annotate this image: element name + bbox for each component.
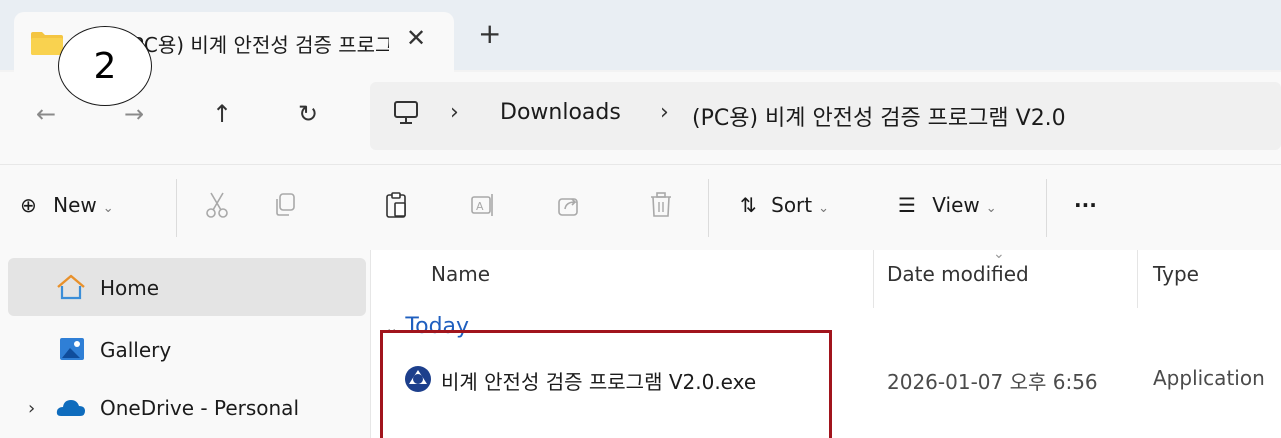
- chevron-down-icon: ⌄: [102, 201, 114, 216]
- column-header-date-modified[interactable]: Date modified: [887, 262, 1029, 286]
- cut-icon[interactable]: [204, 191, 230, 219]
- file-type: Application: [1153, 366, 1265, 390]
- refresh-button[interactable]: ↻: [298, 100, 318, 128]
- sort-label: Sort: [771, 193, 813, 217]
- new-label: New: [53, 193, 97, 217]
- column-divider: [1137, 250, 1138, 308]
- this-pc-icon: [394, 101, 418, 124]
- gallery-icon: [60, 338, 84, 360]
- tab-bar: (PC용) 비계 안전성 검증 프로그 ✕ +: [0, 0, 1281, 72]
- rename-icon[interactable]: A: [470, 191, 496, 219]
- copy-icon[interactable]: [272, 191, 298, 219]
- breadcrumb-downloads[interactable]: Downloads: [500, 100, 621, 125]
- new-tab-button[interactable]: +: [478, 20, 501, 48]
- step-marker: 2: [58, 26, 152, 106]
- back-button[interactable]: ←: [36, 100, 56, 128]
- column-header-name[interactable]: Name: [431, 262, 490, 286]
- up-button[interactable]: ↑: [212, 100, 232, 128]
- column-header-type[interactable]: Type: [1153, 262, 1199, 286]
- breadcrumb-current-folder[interactable]: (PC용) 비계 안전성 검증 프로그램 V2.0: [692, 100, 1066, 132]
- address-bar[interactable]: › Downloads › (PC용) 비계 안전성 검증 프로그램 V2.0: [370, 82, 1281, 150]
- navigation-pane: Home Gallery › OneDrive - Personal: [0, 250, 370, 438]
- svg-text:A: A: [476, 200, 484, 213]
- new-button[interactable]: ⊕ New ⌄: [20, 193, 114, 217]
- sidebar-item-gallery[interactable]: Gallery: [8, 320, 366, 378]
- paste-icon[interactable]: [384, 191, 410, 219]
- navigation-bar: ← → ↑ ↻ › Downloads › (PC용) 비계 안전성 검증 프로…: [0, 72, 1281, 164]
- sidebar-item-label: Home: [100, 276, 160, 300]
- sidebar-item-home[interactable]: Home: [8, 258, 366, 316]
- forward-button[interactable]: →: [124, 100, 144, 128]
- tab-title: (PC용) 비계 안전성 검증 프로그: [124, 33, 389, 57]
- breadcrumb-separator: ›: [660, 100, 669, 125]
- column-divider: [873, 250, 874, 308]
- tab-close-button[interactable]: ✕: [406, 24, 426, 52]
- command-bar: ⊕ New ⌄ A ⇅ Sort ⌄ ☰ View ⌄ ···: [0, 164, 1281, 250]
- plus-circle-icon: ⊕: [20, 193, 37, 217]
- highlight-box: [380, 330, 832, 438]
- onedrive-cloud-icon: [56, 400, 85, 416]
- sidebar-item-label: OneDrive - Personal: [100, 396, 299, 420]
- sort-icon: ⇅: [740, 193, 757, 217]
- chevron-down-icon: ⌄: [985, 201, 997, 216]
- sort-button[interactable]: ⇅ Sort ⌄: [740, 193, 829, 217]
- delete-icon[interactable]: [648, 191, 674, 219]
- more-options-button[interactable]: ···: [1074, 193, 1097, 217]
- toolbar-divider: [1046, 179, 1047, 237]
- chevron-down-icon: ⌄: [818, 201, 830, 216]
- home-icon: [57, 274, 85, 300]
- chevron-down-icon: ⌄: [993, 246, 1005, 262]
- folder-icon: [31, 32, 63, 55]
- sidebar-item-label: Gallery: [100, 338, 172, 362]
- sidebar-item-onedrive[interactable]: › OneDrive - Personal: [8, 378, 366, 436]
- toolbar-divider: [708, 179, 709, 237]
- file-date-modified: 2026-01-07 오후 6:56: [887, 370, 1098, 394]
- view-icon: ☰: [898, 193, 916, 217]
- toolbar-divider: [176, 179, 177, 237]
- breadcrumb-separator: ›: [450, 100, 459, 125]
- view-button[interactable]: ☰ View ⌄: [898, 193, 997, 217]
- view-label: View: [932, 193, 980, 217]
- chevron-right-icon[interactable]: ›: [28, 398, 35, 419]
- share-icon[interactable]: [556, 191, 582, 219]
